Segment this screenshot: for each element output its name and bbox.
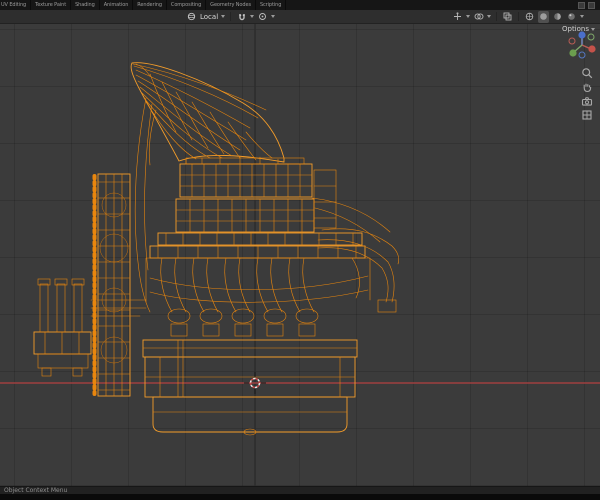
tab-animation[interactable]: Animation bbox=[100, 0, 134, 10]
magnet-icon[interactable] bbox=[236, 11, 247, 23]
chevron-down-icon[interactable] bbox=[250, 15, 255, 18]
workspace-tabs-bar: UV Editing Texture Paint Shading Animati… bbox=[0, 0, 600, 10]
xray-toggle-icon[interactable] bbox=[502, 11, 513, 23]
navigation-gizmo[interactable] bbox=[567, 30, 597, 64]
gizmo-z-axis[interactable] bbox=[578, 31, 586, 39]
bottom-editor-strip[interactable] bbox=[0, 494, 600, 500]
scene-icon[interactable] bbox=[578, 1, 585, 9]
camera-icon[interactable] bbox=[580, 94, 594, 108]
tab-shading[interactable]: Shading bbox=[71, 0, 100, 10]
topbar-right-icons bbox=[578, 0, 600, 10]
shading-material-icon[interactable] bbox=[552, 11, 563, 23]
shading-wireframe-icon[interactable] bbox=[524, 11, 535, 23]
view-layer-icon[interactable] bbox=[588, 1, 595, 9]
status-bar: Object Context Menu bbox=[0, 486, 600, 494]
ortho-grid-icon[interactable] bbox=[580, 108, 594, 122]
chevron-down-icon[interactable] bbox=[221, 15, 226, 18]
shading-solid-icon[interactable] bbox=[538, 10, 549, 23]
3d-viewport[interactable] bbox=[0, 23, 600, 487]
magnifier-icon[interactable] bbox=[580, 66, 594, 80]
blender-window: UV Editing Texture Paint Shading Animati… bbox=[0, 0, 600, 500]
tab-geometry-nodes[interactable]: Geometry Nodes bbox=[206, 0, 256, 10]
hand-icon[interactable] bbox=[580, 80, 594, 94]
chevron-down-icon[interactable] bbox=[580, 15, 584, 18]
tab-scripting[interactable]: Scripting bbox=[256, 0, 287, 10]
chevron-down-icon[interactable] bbox=[466, 15, 470, 18]
chevron-down-icon[interactable] bbox=[271, 15, 276, 18]
gizmo-toggle-icon[interactable] bbox=[452, 11, 463, 23]
tab-compositing[interactable]: Compositing bbox=[167, 0, 207, 10]
tab-texture-paint[interactable]: Texture Paint bbox=[31, 0, 72, 10]
gizmo-x-axis[interactable] bbox=[588, 45, 596, 53]
proportional-circle-icon[interactable] bbox=[257, 11, 268, 23]
tab-uv-editing[interactable]: UV Editing bbox=[0, 0, 32, 10]
tab-rendering[interactable]: Rendering bbox=[133, 0, 167, 10]
orientation-dropdown[interactable]: Local bbox=[200, 13, 218, 21]
orientation-globe-icon[interactable] bbox=[186, 11, 197, 23]
viewport-display-cluster bbox=[452, 10, 584, 23]
transform-snap-cluster: Local bbox=[186, 10, 276, 23]
shading-rendered-icon[interactable] bbox=[566, 11, 577, 23]
status-context-text: Object Context Menu bbox=[4, 487, 68, 494]
gizmo-y-axis[interactable] bbox=[569, 49, 577, 57]
overlays-icon[interactable] bbox=[473, 11, 484, 23]
viewport-header: Local bbox=[0, 10, 600, 24]
chevron-down-icon[interactable] bbox=[487, 15, 491, 18]
